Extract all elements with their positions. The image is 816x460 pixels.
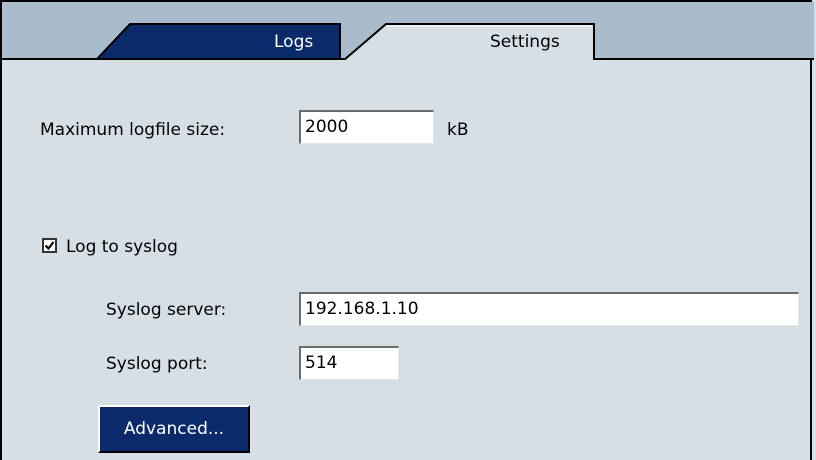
tab-settings[interactable]: Settings [490, 32, 560, 52]
settings-panel: Logs Settings Maximum logfile size: 2000… [0, 0, 814, 460]
log-to-syslog-checkbox[interactable] [42, 238, 57, 253]
tab-strip: Logs Settings [2, 2, 814, 60]
syslog-port-input[interactable]: 514 [299, 346, 399, 380]
max-logfile-size-label: Maximum logfile size: [40, 120, 226, 140]
syslog-server-input[interactable]: 192.168.1.10 [299, 292, 799, 326]
advanced-button[interactable]: Advanced... [98, 405, 250, 453]
syslog-port-label: Syslog port: [106, 354, 208, 374]
syslog-server-label: Syslog server: [106, 300, 227, 320]
max-logfile-size-input[interactable]: 2000 [299, 110, 434, 144]
log-to-syslog-label: Log to syslog [66, 237, 178, 257]
tab-logs[interactable]: Logs [274, 32, 313, 52]
checkmark-icon [44, 241, 55, 251]
max-logfile-size-unit: kB [447, 120, 469, 140]
tab-strip-graphic [2, 2, 814, 60]
